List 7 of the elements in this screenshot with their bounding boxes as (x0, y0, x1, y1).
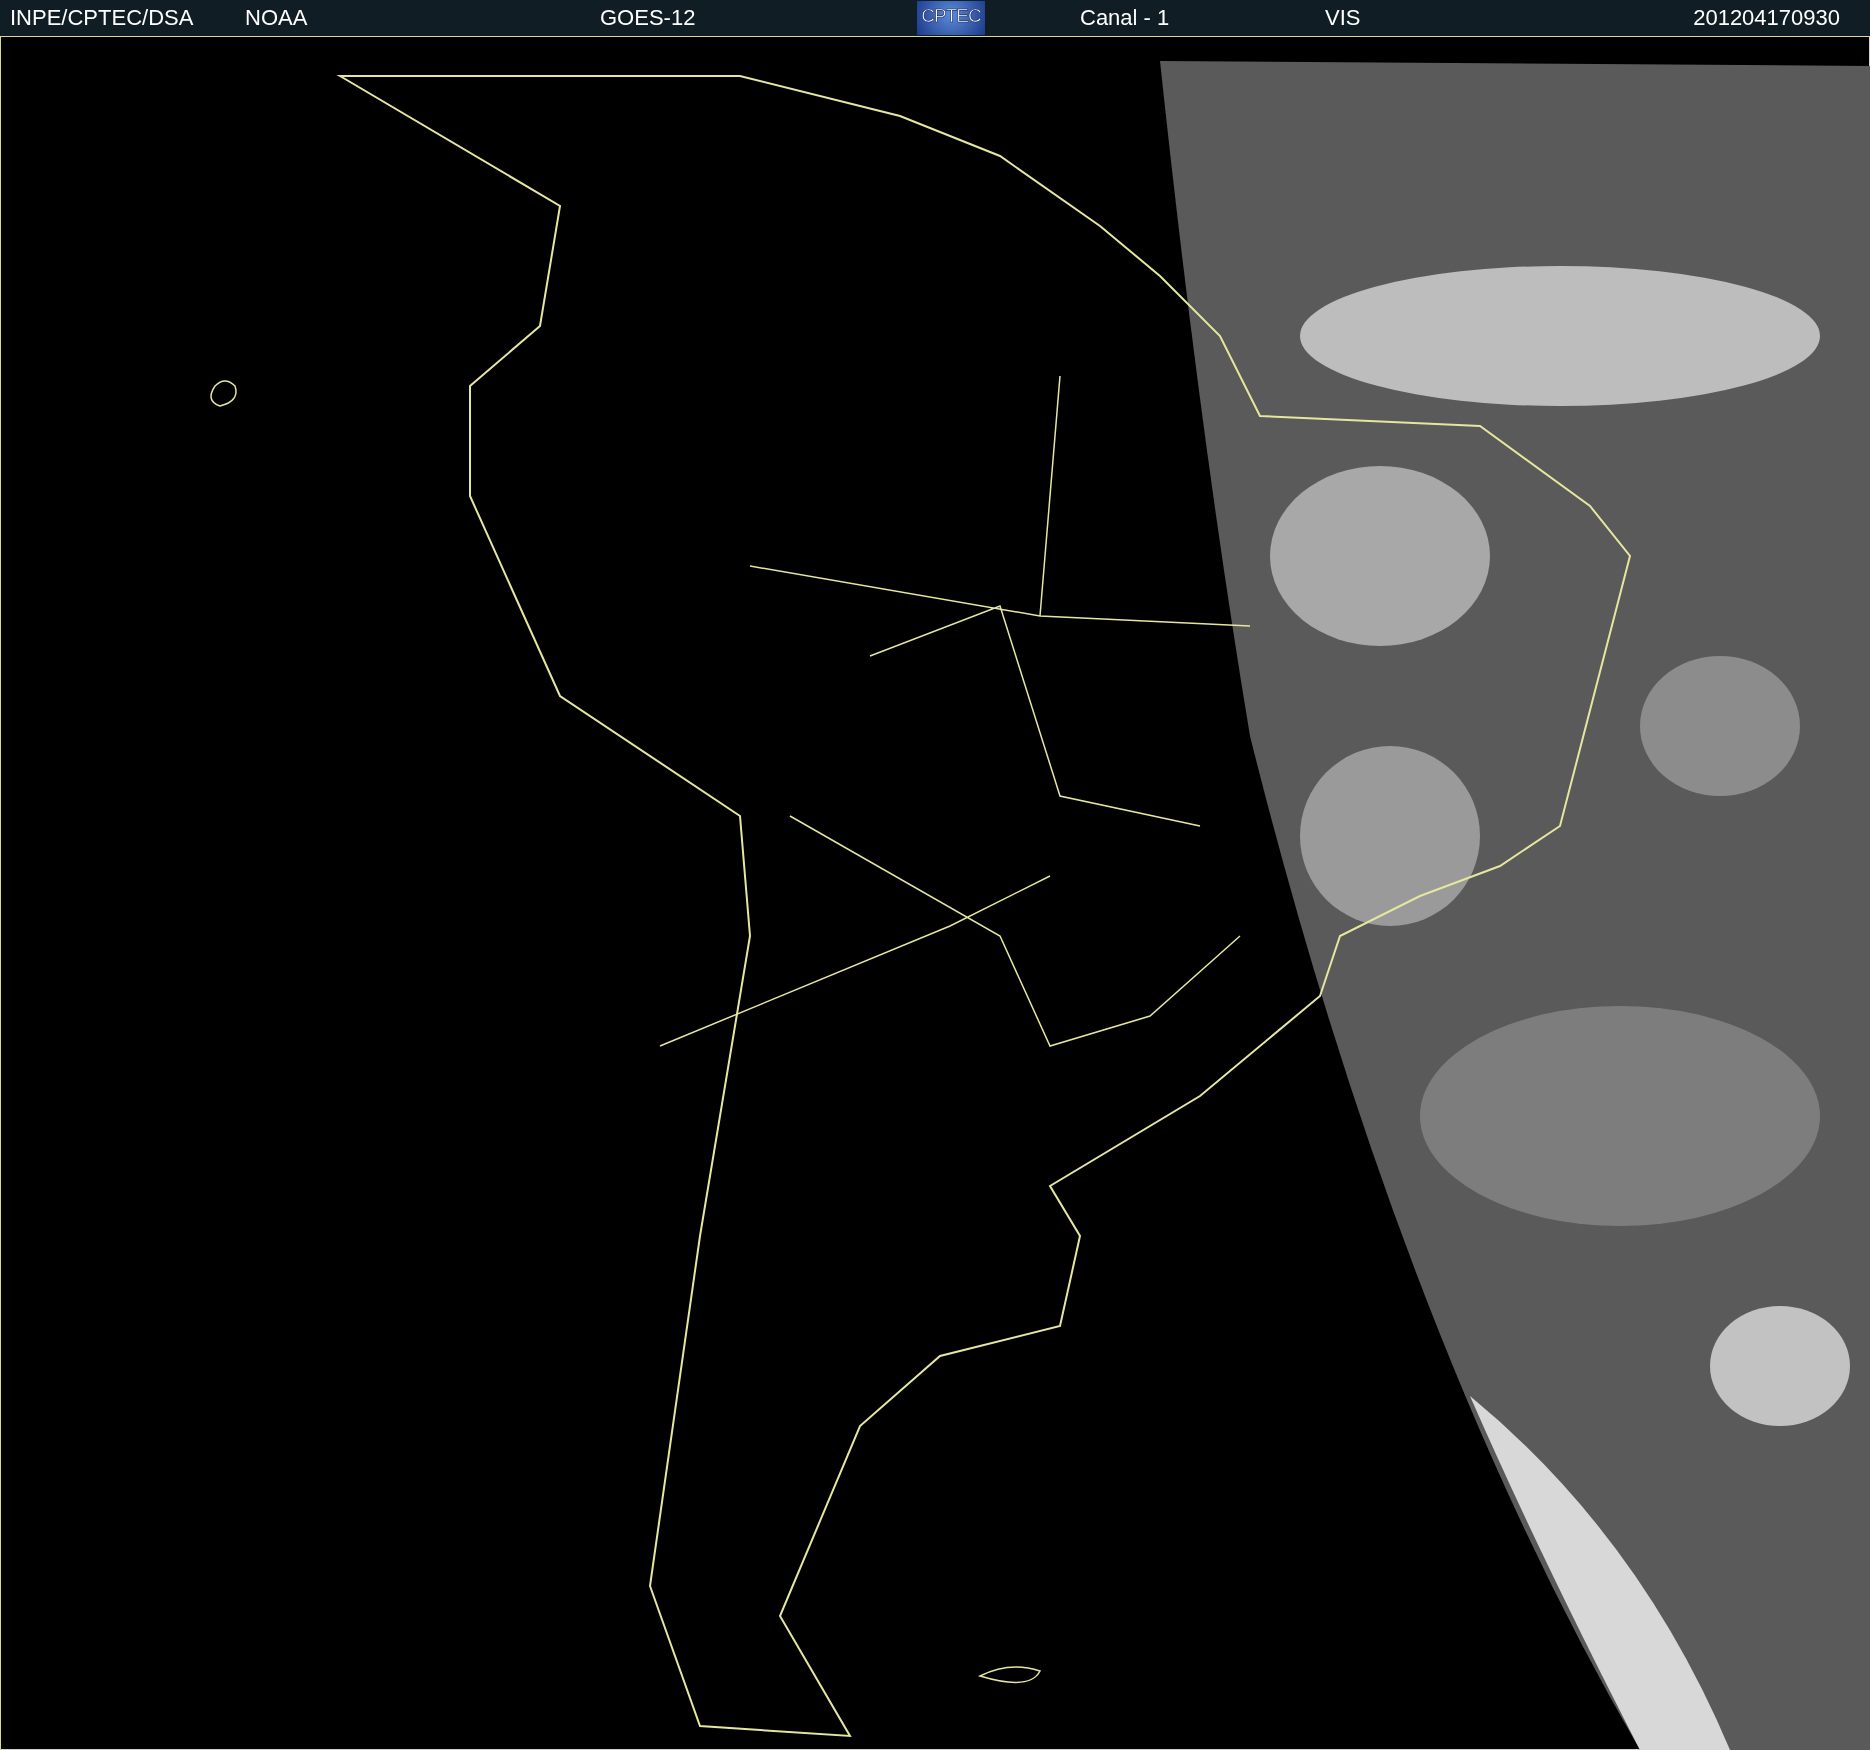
header-label: VIS (1325, 5, 1361, 31)
header-label: INPE/CPTEC/DSA (10, 5, 194, 31)
logo: CPTEC (917, 1, 985, 35)
header-label: Canal - 1 (1080, 5, 1170, 31)
header-label: NOAA (245, 5, 308, 31)
header-label: GOES-12 (600, 5, 696, 31)
header-label: 201204170930 (1693, 5, 1840, 31)
